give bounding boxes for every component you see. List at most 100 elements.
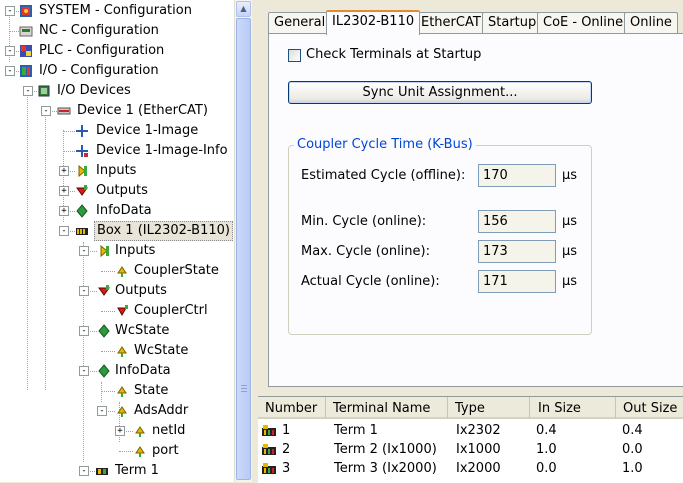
- expand-icon[interactable]: +: [115, 426, 125, 436]
- tree-node-label[interactable]: Device 1-Image: [94, 121, 200, 141]
- tree-node-label[interactable]: Outputs: [113, 281, 169, 301]
- configuration-tree[interactable]: - SYSTEM - Configuration NC - Configuratio…: [0, 0, 234, 482]
- tree-node-label[interactable]: CouplerState: [132, 261, 221, 281]
- tree-node-system-configuration[interactable]: - SYSTEM - Configuration: [0, 1, 234, 21]
- tree-node-couplerstate[interactable]: CouplerState: [0, 261, 234, 281]
- tree-node-label[interactable]: Device 1 (EtherCAT): [75, 101, 210, 121]
- column-header-type[interactable]: Type: [448, 397, 530, 419]
- cell-in: 0.4: [536, 423, 557, 438]
- check-terminals-checkbox[interactable]: [288, 49, 301, 62]
- tree-node-couplerctrl[interactable]: CouplerCtrl: [0, 301, 234, 321]
- collapse-icon[interactable]: -: [79, 286, 89, 296]
- check-terminals-label[interactable]: Check Terminals at Startup: [306, 47, 481, 62]
- estimated-cycle-field[interactable]: 170: [478, 164, 556, 187]
- cell-name: Term 2 (Ix1000): [334, 442, 437, 457]
- cell-out: 0.4: [622, 423, 643, 438]
- tree-node-plc-configuration[interactable]: - PLC - Configuration: [0, 41, 234, 61]
- tree-node-outputs[interactable]: - Outputs: [0, 281, 234, 301]
- tree-node-term-1[interactable]: - Term 1: [0, 461, 234, 481]
- tab-startup[interactable]: Startup: [482, 12, 543, 33]
- column-header-out-size[interactable]: Out Size: [616, 397, 683, 419]
- tree-node-label[interactable]: Box 1 (IL2302-B110): [94, 221, 233, 241]
- expand-icon[interactable]: +: [59, 186, 69, 196]
- actual-cycle-unit: µs: [562, 274, 578, 289]
- tree-node-outputs[interactable]: + Outputs: [0, 181, 234, 201]
- collapse-icon[interactable]: -: [97, 406, 107, 416]
- collapse-icon[interactable]: -: [5, 6, 15, 16]
- tab-general[interactable]: General: [268, 12, 332, 33]
- tab-ethercat[interactable]: EtherCAT: [415, 12, 487, 33]
- tree-node-label[interactable]: WcState: [132, 341, 190, 361]
- tree-node-box-1-il2302-b110[interactable]: - Box 1 (IL2302-B110): [0, 221, 234, 241]
- scroll-grip: [241, 388, 247, 389]
- tree-node-label[interactable]: Inputs: [113, 241, 157, 261]
- tree-node-nc-configuration[interactable]: NC - Configuration: [0, 21, 234, 41]
- column-header-in-size[interactable]: In Size: [530, 397, 616, 419]
- tab-coe-online[interactable]: CoE - Online: [537, 12, 630, 33]
- collapse-icon[interactable]: -: [5, 46, 15, 56]
- tree-node-inputs[interactable]: + Inputs: [0, 161, 234, 181]
- tree-node-label[interactable]: PLC - Configuration: [37, 41, 166, 61]
- tree-node-adsaddr[interactable]: - AdsAddr: [0, 401, 234, 421]
- tree-node-label[interactable]: netId: [150, 421, 187, 441]
- tree-node-label[interactable]: SYSTEM - Configuration: [37, 1, 194, 21]
- terminal-list[interactable]: Number Terminal Name Type In Size Out Si…: [258, 396, 683, 483]
- tree-node-label[interactable]: port: [150, 441, 181, 461]
- tree-node-port[interactable]: port: [0, 441, 234, 461]
- collapse-icon[interactable]: -: [41, 106, 51, 116]
- tree-node-label[interactable]: Inputs: [94, 161, 138, 181]
- collapse-icon[interactable]: -: [79, 466, 89, 476]
- max-cycle-field[interactable]: 173: [478, 240, 556, 263]
- tree-node-label[interactable]: InfoData: [94, 201, 154, 221]
- tree-node-device-1-ethercat[interactable]: - Device 1 (EtherCAT): [0, 101, 234, 121]
- scroll-thumb[interactable]: [236, 18, 251, 480]
- collapse-icon[interactable]: -: [79, 326, 89, 336]
- scroll-up-button[interactable]: ▲: [236, 1, 251, 17]
- sync-unit-assignment-button[interactable]: Sync Unit Assignment...: [288, 81, 592, 104]
- tree-node-label[interactable]: AdsAddr: [132, 401, 190, 421]
- tree-node-infodata[interactable]: - InfoData: [0, 361, 234, 381]
- collapse-icon[interactable]: -: [5, 66, 15, 76]
- tree-node-label[interactable]: CouplerCtrl: [132, 301, 210, 321]
- actual-cycle-field[interactable]: 171: [478, 270, 556, 293]
- expand-icon[interactable]: +: [59, 206, 69, 216]
- column-header-number[interactable]: Number: [258, 397, 326, 419]
- tree-node-wcstate[interactable]: WcState: [0, 341, 234, 361]
- tab-il2302-b110[interactable]: IL2302-B110: [326, 10, 421, 35]
- max-cycle-label: Max. Cycle (online):: [301, 244, 430, 259]
- tree-scrollbar[interactable]: ▲: [234, 0, 252, 482]
- tree-node-inputs[interactable]: - Inputs: [0, 241, 234, 261]
- cell-number: 2: [282, 442, 291, 457]
- tree-node-i-o-configuration[interactable]: - I/O - Configuration: [0, 61, 234, 81]
- tree-node-infodata[interactable]: + InfoData: [0, 201, 234, 221]
- tree-node-label[interactable]: I/O Devices: [55, 81, 133, 101]
- estimated-cycle-label: Estimated Cycle (offline):: [301, 168, 466, 183]
- tree-node-state[interactable]: State: [0, 381, 234, 401]
- tree-node-label[interactable]: Term 1: [113, 461, 161, 481]
- inputs-icon: [75, 164, 89, 178]
- collapse-icon[interactable]: -: [59, 226, 69, 236]
- collapse-icon[interactable]: -: [23, 86, 33, 96]
- collapse-icon[interactable]: -: [79, 366, 89, 376]
- expand-icon[interactable]: +: [59, 166, 69, 176]
- tree-node-label[interactable]: Outputs: [94, 181, 150, 201]
- tree-node-wcstate[interactable]: - WcState: [0, 321, 234, 341]
- table-row[interactable]: 1 Term 1 Ix2302 0.4 0.4: [258, 421, 683, 440]
- tree-node-label[interactable]: WcState: [113, 321, 171, 341]
- table-row[interactable]: 3 Term 3 (Ix2000) Ix2000 0.0 1.0: [258, 459, 683, 478]
- min-cycle-field[interactable]: 156: [478, 210, 556, 233]
- tab-online[interactable]: Online: [624, 12, 678, 33]
- tree-node-device-1-image-info[interactable]: Device 1-Image-Info: [0, 141, 234, 161]
- tree-node-device-1-image[interactable]: Device 1-Image: [0, 121, 234, 141]
- tree-node-label[interactable]: State: [132, 381, 170, 401]
- image-info-icon: [75, 144, 89, 158]
- table-row[interactable]: 2 Term 2 (Ix1000) Ix1000 1.0 0.0: [258, 440, 683, 459]
- tree-node-label[interactable]: NC - Configuration: [37, 21, 161, 41]
- tree-node-label[interactable]: Device 1-Image-Info: [94, 141, 230, 161]
- collapse-icon[interactable]: -: [79, 246, 89, 256]
- tree-node-label[interactable]: I/O - Configuration: [37, 61, 161, 81]
- column-header-terminal-name[interactable]: Terminal Name: [326, 397, 448, 419]
- tree-node-netid[interactable]: + netId: [0, 421, 234, 441]
- tree-node-label[interactable]: InfoData: [113, 361, 173, 381]
- tree-node-i-o-devices[interactable]: - I/O Devices: [0, 81, 234, 101]
